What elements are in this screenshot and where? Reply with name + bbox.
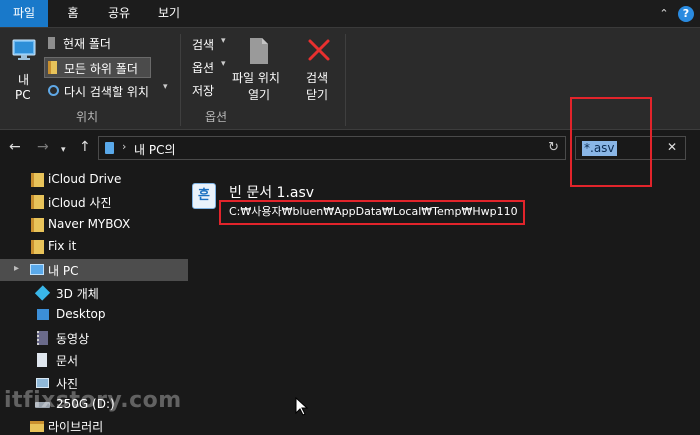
my-pc-label-2: PC bbox=[15, 88, 31, 102]
options-dropdown[interactable]: 옵션 ▾ bbox=[192, 59, 232, 77]
all-subfolders-button[interactable]: 모든 하위 폴더 bbox=[44, 57, 151, 78]
breadcrumb-separator-icon: › bbox=[122, 140, 127, 153]
ribbon-separator bbox=[345, 34, 346, 126]
icloud-folder-icon bbox=[31, 195, 44, 209]
computer-icon bbox=[12, 39, 36, 60]
nav-item-fix-it[interactable]: Fix it bbox=[0, 236, 188, 258]
refresh-icon[interactable]: ↻ bbox=[548, 140, 559, 155]
nav-item-label: Fix it bbox=[48, 239, 77, 253]
library-icon bbox=[30, 421, 44, 432]
nav-item-my-pc[interactable]: ▸ 내 PC bbox=[0, 259, 188, 281]
nav-item-desktop[interactable]: Desktop bbox=[0, 304, 188, 326]
breadcrumb[interactable]: 내 PC의 bbox=[134, 141, 176, 158]
search-again-dropdown-icon[interactable]: ▾ bbox=[163, 82, 168, 92]
close-search-label-2: 닫기 bbox=[306, 88, 329, 102]
nav-item-documents[interactable]: 문서 bbox=[0, 349, 188, 371]
my-pc-button[interactable]: 내 PC bbox=[8, 33, 40, 103]
nav-item-3d-objects[interactable]: 3D 개체 bbox=[0, 282, 188, 304]
nav-item-libraries[interactable]: 라이브러리 bbox=[0, 415, 188, 435]
nav-item-label: iCloud Drive bbox=[48, 172, 122, 186]
tab-share[interactable]: 공유 bbox=[102, 2, 136, 27]
search-again-icon bbox=[48, 85, 59, 96]
nav-item-label: 3D 개체 bbox=[56, 287, 99, 301]
nav-item-videos[interactable]: 동영상 bbox=[0, 327, 188, 349]
nav-item-icloud-photos[interactable]: iCloud 사진 bbox=[0, 191, 188, 213]
close-icon bbox=[308, 39, 330, 61]
current-folder-button[interactable]: 현재 폴더 bbox=[45, 34, 155, 52]
folder-icon bbox=[31, 218, 44, 232]
save-search-button[interactable]: 저장 bbox=[192, 82, 222, 100]
chevron-down-icon: ▾ bbox=[221, 36, 226, 46]
tab-file[interactable]: 파일 bbox=[0, 0, 48, 27]
nav-item-label: 라이브러리 bbox=[48, 420, 104, 434]
back-arrow-icon[interactable]: ← bbox=[9, 139, 21, 155]
folder-icon bbox=[31, 240, 44, 254]
group-options-label: 옵션 bbox=[205, 110, 228, 124]
nav-item-label: 내 PC bbox=[48, 264, 79, 278]
3d-objects-icon bbox=[34, 285, 51, 301]
nav-item-label: 동영상 bbox=[56, 332, 90, 346]
watermark: itfixstory.com bbox=[4, 388, 182, 413]
my-pc-label-1: 내 bbox=[18, 73, 30, 87]
nav-item-label: iCloud 사진 bbox=[48, 196, 112, 210]
tab-home[interactable]: 홈 bbox=[62, 2, 84, 27]
nav-item-naver-mybox[interactable]: Naver MYBOX bbox=[0, 214, 188, 236]
hwp-file-icon: 흔 bbox=[192, 183, 216, 209]
mouse-cursor-icon bbox=[295, 397, 309, 416]
desktop-icon bbox=[37, 309, 49, 320]
close-search-label-1: 검색 bbox=[306, 71, 329, 85]
pc-location-icon bbox=[105, 142, 114, 154]
subfolder-icon bbox=[48, 61, 57, 74]
ribbon-tab-bar: 파일 홈 공유 보기 ⌃ ? bbox=[0, 0, 700, 27]
open-file-location-label-2: 열기 bbox=[248, 88, 271, 102]
close-search-button[interactable]: 검색 닫기 bbox=[303, 33, 335, 103]
nav-item-label: Desktop bbox=[56, 307, 106, 321]
icloud-folder-icon bbox=[31, 173, 44, 187]
open-file-location-button[interactable]: 파일 위치 열기 bbox=[230, 33, 288, 103]
search-again-label: 다시 검색할 위치 bbox=[64, 85, 149, 99]
group-location-label: 위치 bbox=[76, 110, 99, 124]
all-subfolders-label: 모든 하위 폴더 bbox=[64, 62, 138, 76]
address-bar[interactable]: › 내 PC의 ↻ bbox=[98, 136, 566, 160]
collapse-ribbon-icon[interactable]: ⌃ bbox=[656, 6, 672, 22]
forward-arrow-icon[interactable]: → bbox=[37, 139, 49, 155]
nav-item-label: 문서 bbox=[56, 354, 79, 368]
current-folder-label: 현재 폴더 bbox=[63, 37, 111, 51]
nav-item-label: Naver MYBOX bbox=[48, 217, 131, 231]
chevron-down-icon: ▾ bbox=[221, 59, 226, 69]
open-file-location-label-1: 파일 위치 bbox=[232, 71, 280, 85]
folder-icon bbox=[48, 37, 55, 49]
up-arrow-icon[interactable]: ↑ bbox=[79, 139, 91, 155]
document-icon bbox=[37, 353, 47, 367]
clear-search-icon[interactable]: ✕ bbox=[667, 140, 677, 154]
help-icon[interactable]: ? bbox=[678, 6, 694, 22]
search-options-label: 검색 bbox=[192, 38, 215, 52]
file-location-icon bbox=[250, 38, 268, 64]
path-highlight-box bbox=[219, 200, 525, 225]
pictures-icon bbox=[36, 378, 49, 388]
ribbon-separator bbox=[180, 34, 181, 126]
tab-view[interactable]: 보기 bbox=[152, 2, 186, 27]
nav-item-icloud-drive[interactable]: iCloud Drive bbox=[0, 169, 188, 191]
search-again-button[interactable]: 다시 검색할 위치 ▾ bbox=[45, 82, 175, 100]
options-label: 옵션 bbox=[192, 61, 215, 75]
video-icon bbox=[37, 331, 48, 345]
recent-locations-chevron-icon[interactable]: ▾ bbox=[61, 142, 66, 158]
search-options-dropdown[interactable]: 검색 ▾ bbox=[192, 36, 232, 54]
computer-icon bbox=[30, 264, 44, 275]
expand-chevron-icon[interactable]: ▸ bbox=[14, 263, 19, 274]
save-label: 저장 bbox=[192, 84, 215, 98]
search-highlight-box bbox=[570, 97, 652, 187]
result-file-name: 빈 문서 1.asv bbox=[229, 185, 315, 201]
